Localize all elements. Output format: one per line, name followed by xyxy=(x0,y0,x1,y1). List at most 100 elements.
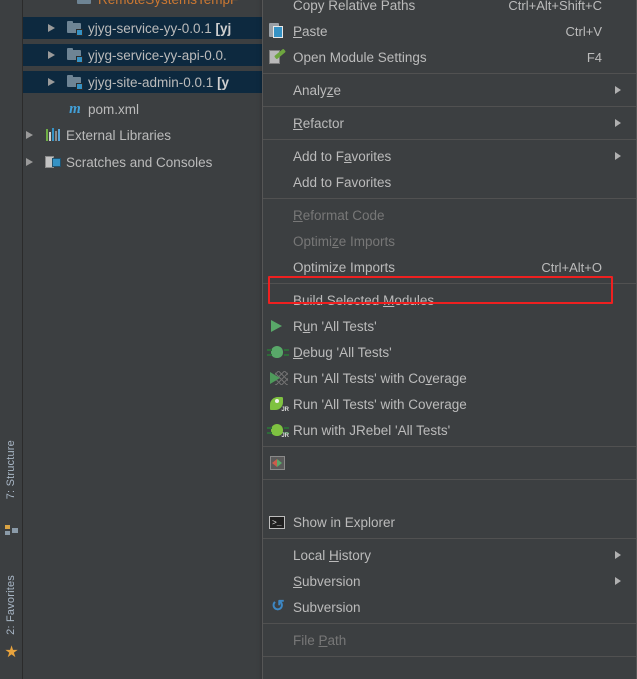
menu-item-label: Refactor xyxy=(293,115,345,131)
empty-icon xyxy=(267,664,289,679)
menu-item-label: Reformat Code xyxy=(293,207,385,223)
menu-item-label: Run 'All Tests' with Coverage xyxy=(293,396,467,412)
menu-item-debug-all-tests[interactable]: Debug 'All Tests' xyxy=(263,339,636,365)
maven-icon: m xyxy=(69,101,81,117)
menu-item-synchronize-selected-files[interactable]: ↺ Subversion xyxy=(263,594,636,620)
submenu-arrow-icon xyxy=(612,346,624,358)
tree-row-label: yjyg-site-admin-0.0.1 [y xyxy=(88,74,230,90)
menu-item-add-to-favorites[interactable]: Add to Favorites xyxy=(263,143,636,169)
tool-window-tab-structure[interactable]: 7: Structure xyxy=(0,440,23,502)
menu-item-paste[interactable]: Paste Ctrl+V xyxy=(263,18,636,44)
module-settings-icon xyxy=(267,48,289,66)
menu-item-label: Optimize Imports xyxy=(293,259,396,275)
menu-item-analyze[interactable]: Analyze xyxy=(263,77,636,103)
menu-item-label: File Path xyxy=(293,632,347,648)
empty-icon xyxy=(267,546,289,564)
debug-icon xyxy=(267,343,289,361)
menu-item-label: Show in Explorer xyxy=(293,514,396,530)
submenu-arrow-icon xyxy=(612,667,624,679)
menu-item-local-history[interactable]: Local History xyxy=(263,542,636,568)
tree-row-label: yjyg-service-yy-0.0.1 [yj xyxy=(88,20,232,36)
menu-item-create-all-tests-config[interactable] xyxy=(263,450,636,476)
menu-item-run-all-tests-with-coverage[interactable]: Run 'All Tests' with Coverage xyxy=(263,365,636,391)
menu-separator xyxy=(263,623,636,624)
menu-item-shortcut: Ctrl+Alt+Shift+C xyxy=(508,0,602,13)
submenu-arrow-icon xyxy=(612,0,624,11)
empty-icon xyxy=(267,631,289,649)
menu-item-optimize-imports: Optimize Imports xyxy=(263,228,636,254)
menu-item-shortcut: F4 xyxy=(586,49,602,65)
paste-icon xyxy=(267,22,289,40)
menu-item-label: Run 'All Tests' with Coverage xyxy=(293,370,467,386)
tree-row-label: External Libraries xyxy=(66,127,172,143)
submenu-arrow-icon xyxy=(612,150,624,162)
tool-window-tab-favorites[interactable]: 2: Favorites xyxy=(0,575,23,638)
tree-expand-arrow[interactable] xyxy=(45,21,59,35)
menu-item-label: Copy Relative Paths xyxy=(293,0,416,13)
menu-item-shortcut: Ctrl+Alt+O xyxy=(541,259,602,275)
menu-separator xyxy=(263,198,636,199)
submenu-arrow-icon xyxy=(612,424,624,436)
ide-window: 7: Structure 2: Favorites ★ RemoteSystem… xyxy=(0,0,637,679)
submenu-arrow-icon xyxy=(612,25,624,37)
tree-row-label: RemoteSystemsTempF xyxy=(98,0,238,7)
submenu-arrow-icon xyxy=(612,320,624,332)
submenu-arrow-icon xyxy=(612,294,624,306)
menu-item-load-unload-modules[interactable] xyxy=(263,660,636,679)
empty-icon xyxy=(267,487,289,505)
tool-window-tab-favorites-label: 2: Favorites xyxy=(5,575,17,635)
tree-expand-arrow[interactable] xyxy=(23,155,37,169)
menu-item-open-module-settings[interactable]: Open Module Settings F4 xyxy=(263,44,636,70)
menu-separator xyxy=(263,106,636,107)
menu-item-show-in-explorer[interactable] xyxy=(263,483,636,509)
menu-item-refactor[interactable]: Refactor xyxy=(263,110,636,136)
menu-separator xyxy=(263,446,636,447)
menu-item-subversion[interactable]: Subversion xyxy=(263,568,636,594)
folder-icon xyxy=(77,0,93,7)
menu-item-run-all-tests[interactable]: Run 'All Tests' xyxy=(263,313,636,339)
tree-row-label: pom.xml xyxy=(88,101,140,117)
scratches-icon xyxy=(45,154,61,170)
tool-window-stripe-left: 7: Structure 2: Favorites ★ xyxy=(0,0,23,679)
tree-expand-arrow[interactable] xyxy=(45,102,59,116)
menu-item-open-in-terminal[interactable]: >_ Show in Explorer xyxy=(263,509,636,535)
tree-expand-arrow[interactable] xyxy=(45,75,59,89)
menu-item-copy-relative-paths[interactable]: Copy Relative Paths Ctrl+Alt+Shift+C xyxy=(263,0,636,18)
star-icon: ★ xyxy=(4,644,19,661)
submenu-arrow-icon xyxy=(612,516,624,528)
menu-separator xyxy=(263,479,636,480)
submenu-arrow-icon xyxy=(612,634,624,646)
module-icon xyxy=(67,47,83,63)
tree-expand-arrow[interactable] xyxy=(23,128,37,142)
submenu-arrow-icon xyxy=(612,457,624,469)
module-icon xyxy=(67,20,83,36)
menu-item-label: Run 'All Tests' xyxy=(293,318,377,334)
menu-separator xyxy=(263,73,636,74)
tree-expand-arrow[interactable] xyxy=(45,48,59,62)
empty-icon xyxy=(267,81,289,99)
menu-separator xyxy=(263,283,636,284)
menu-item-show-image-thumbnails[interactable]: Add to Favorites xyxy=(263,169,636,195)
menu-item-run-with-jrebel[interactable]: JR Run 'All Tests' with Coverage xyxy=(263,391,636,417)
menu-item-label: Add to Favorites xyxy=(293,148,392,164)
menu-item-remove-module[interactable]: Optimize Imports Ctrl+Alt+O xyxy=(263,254,636,280)
empty-icon xyxy=(267,232,289,250)
empty-icon xyxy=(267,291,289,309)
menu-separator xyxy=(263,656,636,657)
tree-expand-arrow[interactable] xyxy=(25,0,39,6)
menu-item-label: Local History xyxy=(293,547,372,563)
context-menu: Copy Relative Paths Ctrl+Alt+Shift+C Pas… xyxy=(262,0,637,679)
tree-row-label: Scratches and Consoles xyxy=(66,154,213,170)
jrebel-debug-icon: JR xyxy=(267,421,289,439)
menu-separator xyxy=(263,538,636,539)
submenu-arrow-icon xyxy=(612,490,624,502)
menu-item-label: Analyze xyxy=(293,82,342,98)
menu-item-label: Paste xyxy=(293,23,328,39)
submenu-arrow-icon xyxy=(612,398,624,410)
libraries-icon xyxy=(45,127,61,143)
menu-item-label: Run with JRebel 'All Tests' xyxy=(293,422,451,438)
terminal-icon: >_ xyxy=(267,513,289,531)
menu-item-debug-with-jrebel[interactable]: JR Run with JRebel 'All Tests' xyxy=(263,417,636,443)
menu-item-reformat-code: Reformat Code xyxy=(263,202,636,228)
menu-item-build-selected-modules[interactable]: Build Selected Modules xyxy=(263,287,636,313)
